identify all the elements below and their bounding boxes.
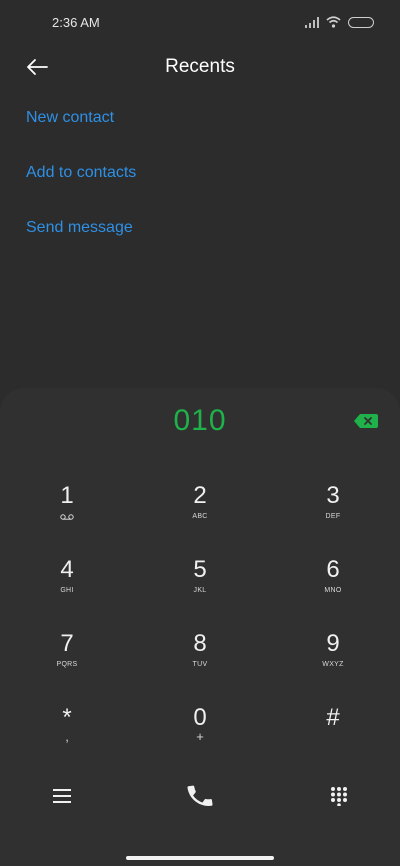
key-digit: * [62, 704, 72, 731]
key-letters: PQRS [56, 661, 78, 668]
key-letters: WXYZ [322, 661, 344, 668]
status-bar: 2:36 AM [0, 0, 400, 44]
key-letters: DEF [325, 513, 341, 520]
key-8[interactable]: 8 TUV [145, 630, 255, 694]
key-digit: 3 [326, 482, 340, 509]
phone-icon [187, 785, 213, 806]
key-digit: 4 [60, 556, 74, 583]
key-digit: 0 [193, 704, 207, 731]
action-list: New contact Add to contacts Send message [26, 108, 136, 273]
key-digit: 2 [193, 482, 207, 509]
call-button[interactable] [175, 774, 225, 818]
key-digit: 6 [326, 556, 340, 583]
key-letters: JKL [193, 587, 207, 594]
new-contact-link[interactable]: New contact [26, 108, 136, 128]
key-5[interactable]: 5 JKL [145, 556, 255, 620]
key-digit: 1 [60, 482, 74, 509]
key-plus: + [196, 729, 204, 744]
key-1[interactable]: 1 [12, 482, 122, 546]
key-digit: 7 [60, 630, 74, 657]
status-icons [305, 16, 374, 28]
key-4[interactable]: 4 GHI [12, 556, 122, 620]
status-time: 2:36 AM [52, 14, 100, 30]
voicemail-icon [60, 514, 74, 520]
key-3[interactable]: 3 DEF [278, 482, 388, 546]
dialed-number: 010 [173, 404, 227, 437]
key-hash[interactable]: # [278, 704, 388, 768]
key-digit: 5 [193, 556, 207, 583]
key-2[interactable]: 2 ABC [145, 482, 255, 546]
send-message-link[interactable]: Send message [26, 218, 136, 238]
backspace-icon [354, 414, 378, 428]
menu-icon [53, 789, 71, 803]
battery-icon [348, 16, 374, 28]
key-pause: , [65, 729, 69, 744]
key-0[interactable]: 0 + [145, 704, 255, 768]
key-letters: GHI [60, 587, 74, 594]
home-indicator[interactable] [126, 856, 274, 860]
key-9[interactable]: 9 WXYZ [278, 630, 388, 694]
key-7[interactable]: 7 PQRS [12, 630, 122, 694]
wifi-icon [326, 16, 341, 28]
header: Recents [0, 44, 400, 92]
menu-button[interactable] [37, 774, 87, 818]
dialpad-icon [331, 787, 347, 806]
key-digit: # [326, 704, 340, 731]
page-title: Recents [165, 56, 235, 77]
key-letters: TUV [192, 661, 208, 668]
key-letters: MNO [324, 587, 342, 594]
key-6[interactable]: 6 MNO [278, 556, 388, 620]
key-digit: 9 [326, 630, 340, 657]
dialpad-toggle-button[interactable] [314, 774, 364, 818]
backspace-button[interactable] [354, 414, 378, 433]
key-star[interactable]: * , [12, 704, 122, 768]
key-digit: 8 [193, 630, 207, 657]
add-to-contacts-link[interactable]: Add to contacts [26, 163, 136, 183]
signal-icon [305, 16, 319, 28]
key-letters: ABC [192, 513, 208, 520]
dialpad-panel: 010 1 2 ABC 3 DEF 4 GHI 5 JKL 6 MNO 7 PQ… [0, 388, 400, 866]
